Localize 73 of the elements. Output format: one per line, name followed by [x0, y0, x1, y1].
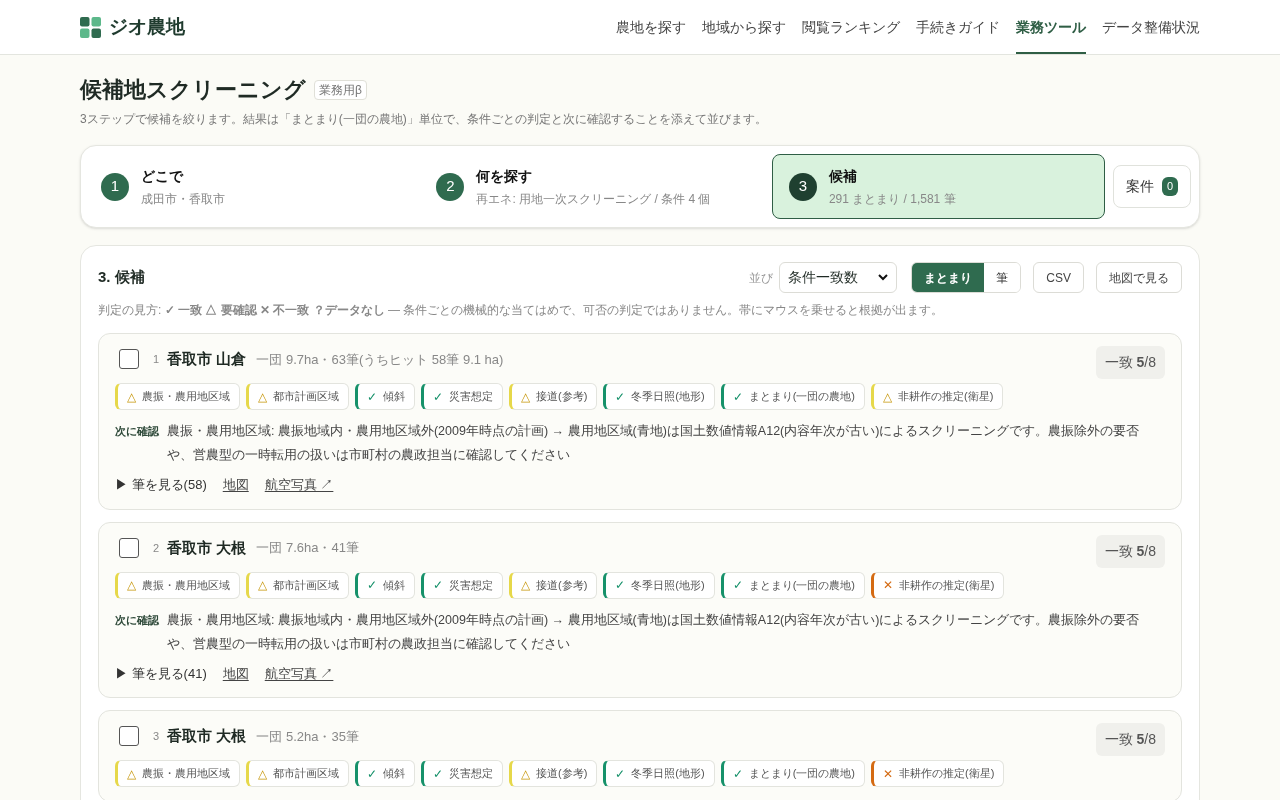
checkbox[interactable] [119, 726, 139, 747]
text-link[interactable]: 航空写真 ↗ [264, 475, 334, 495]
condition-chip[interactable]: ✓ 傾斜 [355, 760, 415, 787]
nav-link[interactable]: データ整備状況 [1102, 0, 1200, 54]
condition-chip[interactable]: ✓ 冬季日照(地形) [603, 571, 715, 599]
site-logo-text[interactable]: ジオ農地 [109, 12, 185, 42]
condition-chip[interactable]: ✓ 傾斜 [355, 571, 415, 599]
condition-chip[interactable]: ✓ 傾斜 [355, 383, 415, 410]
nav-link[interactable]: 閲覧ランキング [802, 0, 900, 54]
map-view-button[interactable]: 地図で見る [1096, 262, 1182, 293]
cases-button[interactable]: 案件 0 [1112, 165, 1191, 208]
unit-toggle-button[interactable]: まとまり [912, 263, 985, 292]
section-heading: 3. 候補 [98, 267, 145, 288]
condition-chip[interactable]: ✕ 非耕作の推定(衛星) [871, 571, 1005, 599]
next-check-label: 次に確認 [115, 424, 159, 439]
nav-link[interactable]: 業務ツール [1016, 0, 1086, 54]
match-score: 一致 5/8 [1095, 534, 1165, 568]
next-check-text: 農振・農用地区域: 農振地域内・農用地区域外(2009年時点の計画) → 農用地区域(青地)は国土数値情報A12(内容年次が古い)によるスクリーニングです。農振除外の要否や、営農型の一時転用の扱いは市町村の農政担当に確認してください [167, 611, 1141, 653]
logo-icon [80, 16, 101, 38]
candidate-summary: 一団 7.6ha・41筆 [256, 539, 359, 557]
next-check-label: 次に確認 [115, 612, 159, 628]
sort-select[interactable]: 条件一致数 [779, 262, 898, 293]
rank-number: 2 [153, 540, 160, 556]
condition-chip[interactable]: △ 接道(参考) [509, 760, 598, 787]
text-link[interactable]: 航空写真 ↗ [264, 663, 334, 683]
condition-chip[interactable]: △ 都市計画区域 [246, 571, 349, 599]
parcels-toggle[interactable]: ▶ 筆を見る(58) [115, 475, 207, 495]
condition-chip[interactable]: △ 農振・農用地区域 [115, 760, 240, 787]
text-link[interactable]: 地図 [222, 475, 249, 495]
condition-chip[interactable]: ✓ 冬季日照(地形) [603, 760, 715, 787]
nav-link[interactable]: 地域から探す [702, 0, 786, 54]
condition-chip[interactable]: ✕ 非耕作の推定(衛星) [871, 760, 1005, 787]
rank-number: 3 [153, 729, 160, 744]
candidate-summary: 一団 9.7ha・63筆(うちヒット 58筆 9.1 ha) [256, 350, 504, 369]
match-score: 一致 5/8 [1095, 346, 1165, 379]
nav-link[interactable]: 農地を探す [616, 0, 686, 54]
condition-chip[interactable]: △ 農振・農用地区域 [115, 571, 240, 599]
condition-chip[interactable]: ✓ 災害想定 [421, 760, 503, 787]
step-tab[interactable]: 3 候補 291 まとまり / 1,581 筆 [771, 154, 1105, 219]
condition-chip[interactable]: △ 接道(参考) [509, 571, 598, 599]
condition-chip[interactable]: △ 都市計画区域 [246, 383, 349, 410]
csv-button[interactable]: CSV [1033, 262, 1084, 293]
match-score: 一致 5/8 [1095, 723, 1165, 756]
condition-chip[interactable]: △ 農振・農用地区域 [115, 383, 240, 410]
sort-label: 並び [749, 269, 774, 287]
condition-chip[interactable]: ✓ まとまり(一団の農地) [720, 571, 865, 599]
condition-chip[interactable]: △ 都市計画区域 [246, 760, 349, 787]
chevron-down-icon [878, 274, 889, 281]
next-check-text: 農振・農用地区域: 農振地域内・農用地区域外(2009年時点の計画) → 農用地区域(青地)は国土数値情報A12(内容年次が古い)によるスクリーニングです。農振除外の要否や、営農型の一時転用の扱いは市町村の農政担当に確認してください [167, 423, 1141, 464]
beta-badge: 業務用β [314, 79, 367, 100]
text-link[interactable]: 地図 [222, 663, 249, 683]
candidate-name: 香取市 山倉 [167, 349, 247, 369]
condition-chip[interactable]: ✓ まとまり(一団の農地) [720, 383, 865, 410]
nav-link[interactable]: 手続きガイド [916, 0, 1000, 54]
checkbox[interactable] [119, 349, 139, 370]
step-tab[interactable]: 2 何を探す 再エネ: 用地一次スクリーニング / 条件 4 個 [436, 154, 764, 219]
count-badge: 0 [1161, 177, 1178, 196]
step-tab[interactable]: 1 どこで 成田市・香取市 [101, 154, 429, 219]
page-description: 3ステップで候補を絞ります。結果は「まとまり(一団の農地)」単位で、条件ごとの判定と次に確認することを添えて並びます。 [80, 111, 768, 128]
rank-number: 1 [153, 352, 160, 367]
condition-chip[interactable]: ✓ 災害想定 [421, 383, 503, 410]
candidate-summary: 一団 5.2ha・35筆 [256, 727, 359, 746]
candidate-name: 香取市 大根 [167, 726, 247, 746]
legend-text: 判定の見方: ✓ 一致 △ 要確認 ✕ 不一致 ？データなし — 条件ごとの機械的な当てはめで、可否の判定ではありません。帯にマウスを乗せると根拠が出ます。 [98, 302, 945, 319]
condition-chip[interactable]: △ 非耕作の推定(衛星) [871, 383, 1004, 410]
condition-chip[interactable]: △ 接道(参考) [509, 383, 598, 410]
condition-chip[interactable]: ✓ 冬季日照(地形) [603, 383, 715, 410]
condition-chip[interactable]: ✓ まとまり(一団の農地) [720, 760, 865, 787]
candidate-name: 香取市 大根 [167, 537, 247, 558]
parcels-toggle[interactable]: ▶ 筆を見る(41) [115, 663, 207, 683]
checkbox[interactable] [119, 537, 139, 558]
condition-chip[interactable]: ✓ 災害想定 [421, 571, 503, 599]
page-title: 候補地スクリーニング [80, 76, 306, 104]
